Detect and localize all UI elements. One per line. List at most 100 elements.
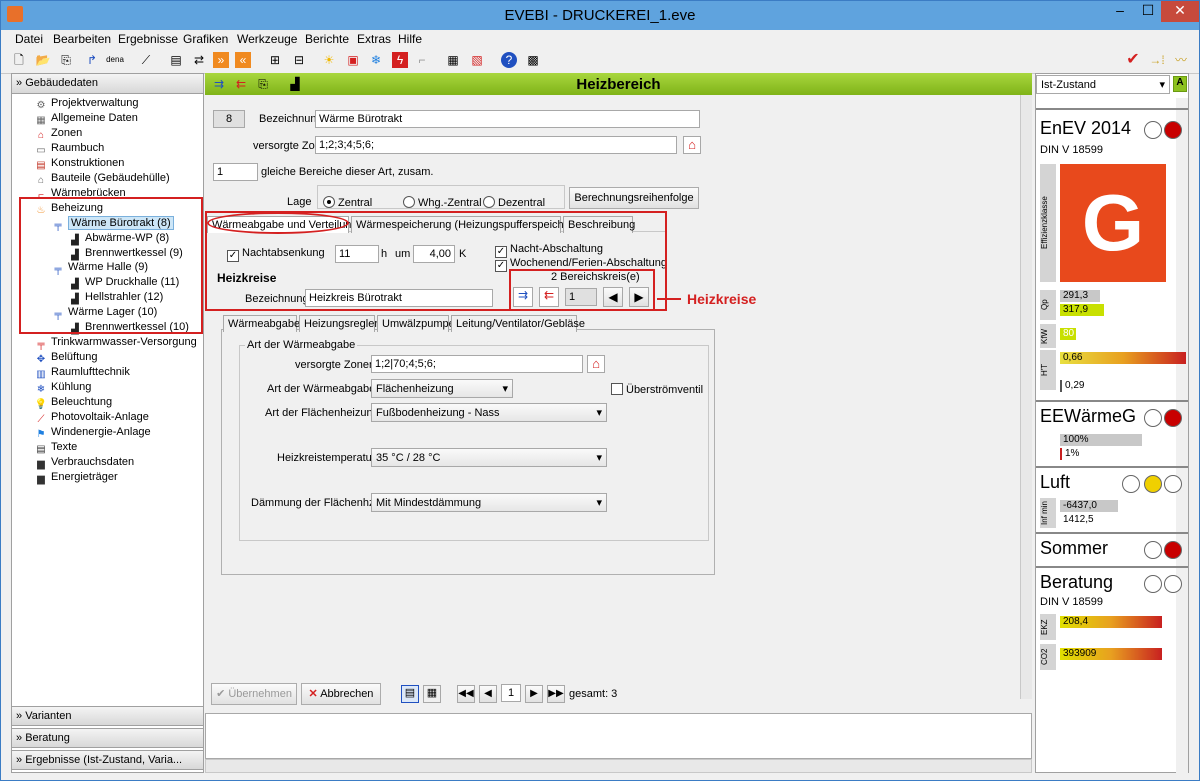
menu-hilfe[interactable]: Hilfe: [398, 32, 422, 46]
tree-item[interactable]: ⌂ Bauteile (Gebäudehülle): [34, 171, 170, 186]
flaeche-select[interactable]: Fußbodenheizung - Nass: [371, 403, 607, 422]
sub-zonen-input[interactable]: 1;2|70;4;5;6;: [371, 355, 583, 373]
lage-dezentral[interactable]: Dezentral: [483, 196, 545, 209]
tree-item[interactable]: ▭ Raumbuch: [34, 141, 104, 156]
tree-item[interactable]: ▤ Texte: [34, 440, 77, 455]
tree-icon[interactable]: ⊟: [291, 52, 307, 68]
first-record-button[interactable]: ◀◀: [457, 685, 475, 703]
menu-bearbeiten[interactable]: Bearbeiten: [53, 32, 111, 46]
state-a-icon[interactable]: A: [1173, 76, 1187, 92]
menu-grafiken[interactable]: Grafiken: [183, 32, 228, 46]
tree-item[interactable]: ▤ Konstruktionen: [34, 156, 124, 171]
left-panel-header[interactable]: » Gebäudedaten: [12, 74, 203, 94]
info-icon[interactable]: ▩: [525, 52, 541, 68]
berechnungsreihenfolge-button[interactable]: Berechnungsreihenfolge: [569, 187, 699, 209]
document-icon[interactable]: ▤: [168, 52, 184, 68]
tree-item[interactable]: ⚑ Windenergie-Anlage: [34, 425, 151, 440]
tree-item[interactable]: ▦ Allgemeine Daten: [34, 111, 138, 126]
energy-grade: G: [1060, 164, 1166, 282]
wand-icon[interactable]: ⟋: [138, 52, 154, 68]
lage-zentral[interactable]: Zentral: [323, 196, 372, 209]
title-bar[interactable]: EVEBI - DRUCKEREI_1.eve – ☐ ✕: [1, 1, 1199, 30]
menu-extras[interactable]: Extras: [357, 32, 391, 46]
vertical-scrollbar[interactable]: [1020, 95, 1032, 699]
sommer-light-grey: [1144, 541, 1162, 559]
ueberstroem-checkbox[interactable]: [611, 383, 623, 395]
subtab-heizungsregler[interactable]: Heizungsregler: [299, 315, 378, 332]
horizontal-scrollbar[interactable]: [205, 759, 1032, 773]
menu-ergebnisse[interactable]: Ergebnisse: [118, 32, 178, 46]
table-view-icon[interactable]: ▦: [423, 685, 441, 703]
tree-item[interactable]: ▆ Energieträger: [34, 470, 118, 485]
highlight-box-heizkreise: [509, 269, 655, 311]
radio-zentral[interactable]: [323, 196, 335, 208]
subtab-waermeabgabe[interactable]: Wärmeabgabe: [223, 315, 300, 332]
minimize-button[interactable]: –: [1106, 1, 1134, 22]
temp-select[interactable]: 35 °C / 28 °C: [371, 448, 607, 467]
radio-dezentral[interactable]: [483, 196, 495, 208]
calculator-icon[interactable]: ▦: [445, 52, 461, 68]
chart-grey-icon[interactable]: ⌐: [414, 52, 430, 68]
last-record-button[interactable]: ▶▶: [547, 685, 565, 703]
form-view-icon[interactable]: ▤: [401, 685, 419, 703]
versorgte-zonen-input[interactable]: 1;2;3;4;5;6;: [315, 136, 677, 154]
menu-werkzeuge[interactable]: Werkzeuge: [237, 32, 297, 46]
callout-line: [657, 298, 681, 300]
ueberstroem-check[interactable]: Überströmventil: [611, 383, 703, 396]
tree-item[interactable]: 💡 Beleuchtung: [34, 395, 112, 410]
state-select[interactable]: Ist-Zustand: [1036, 75, 1170, 94]
count-input[interactable]: 1: [213, 163, 258, 181]
tree-item[interactable]: ⚙ Projektverwaltung: [34, 96, 139, 111]
record-number[interactable]: 1: [501, 684, 521, 702]
redo-arrow-icon[interactable]: ↱: [84, 52, 100, 68]
network-icon[interactable]: ⊞: [267, 52, 283, 68]
nav-varianten[interactable]: » Varianten: [12, 706, 203, 726]
subtab-leitung[interactable]: Leitung/Ventilator/Gebläse: [451, 315, 585, 332]
house-subzones-icon[interactable]: ⌂: [587, 355, 605, 373]
tree-item[interactable]: ╤ Trinkwarmwasser-Versorgung: [34, 335, 196, 350]
open-folder-icon[interactable]: 📂: [35, 52, 51, 68]
tree-item[interactable]: ❄ Kühlung: [34, 380, 92, 395]
radio-whg-zentral[interactable]: [403, 196, 415, 208]
copy-icon[interactable]: ⎘: [58, 52, 74, 68]
qp-value-1: 291,3: [1060, 290, 1100, 302]
new-file-icon[interactable]: 🗋: [11, 52, 27, 68]
export-orange-icon[interactable]: »: [213, 52, 229, 68]
daemm-select[interactable]: Mit Mindestdämmung: [371, 493, 607, 512]
check-red-icon[interactable]: ✔: [1125, 52, 1141, 68]
bezeichnung-input[interactable]: Wärme Bürotrakt: [315, 110, 700, 128]
lightning-icon[interactable]: ϟ: [392, 52, 408, 68]
nav-beratung[interactable]: » Beratung: [12, 728, 203, 748]
subtab-umwaelzpumpe[interactable]: Umwälzpumpe: [377, 315, 455, 332]
graph-icon[interactable]: 〰: [1173, 52, 1189, 68]
tree-item[interactable]: ⌂ Zonen: [34, 126, 82, 141]
lage-whg-zentral[interactable]: Whg.-Zentral: [403, 196, 482, 209]
menu-datei[interactable]: Datei: [15, 32, 43, 46]
uebernehmen-button[interactable]: ✔ Übernehmen: [211, 683, 297, 705]
tree-item[interactable]: ▆ Verbrauchsdaten: [34, 455, 134, 470]
next-record-button[interactable]: ▶: [525, 685, 543, 703]
art-select[interactable]: Flächenheizung: [371, 379, 513, 398]
house-zones-icon[interactable]: ⌂: [683, 136, 701, 154]
nav-ergebnisse[interactable]: » Ergebnisse (Ist-Zustand, Varia...: [12, 750, 203, 770]
sun-icon[interactable]: ☀: [321, 52, 337, 68]
abbrechen-button[interactable]: ✕ Abbrechen: [301, 683, 381, 705]
window-red-icon[interactable]: ▣: [345, 52, 361, 68]
menu-berichte[interactable]: Berichte: [305, 32, 349, 46]
tree-item[interactable]: ▥ Raumlufttechnik: [34, 365, 130, 380]
snowflake-icon[interactable]: ❄: [368, 52, 384, 68]
dena-icon[interactable]: dena: [104, 52, 126, 68]
notes-area[interactable]: [205, 713, 1032, 759]
tree-item[interactable]: ⟋ Photovoltaik-Anlage: [34, 410, 149, 425]
report-icon[interactable]: ▧: [469, 52, 485, 68]
transfer-icon[interactable]: ⇄: [191, 52, 207, 68]
prev-record-button[interactable]: ◀: [479, 685, 497, 703]
import-orange-icon[interactable]: «: [235, 52, 251, 68]
maximize-button[interactable]: ☐: [1134, 1, 1162, 22]
tree-item[interactable]: ✥ Belüftung: [34, 350, 98, 365]
arrow-step-icon[interactable]: →⁞: [1149, 52, 1165, 68]
help-icon[interactable]: ?: [501, 52, 517, 68]
close-button[interactable]: ✕: [1161, 1, 1199, 22]
beratung-section: Beratung DIN V 18599 EKZ 208,4 CO2 39390…: [1036, 566, 1188, 674]
enev-din: DIN V 18599: [1040, 144, 1103, 156]
